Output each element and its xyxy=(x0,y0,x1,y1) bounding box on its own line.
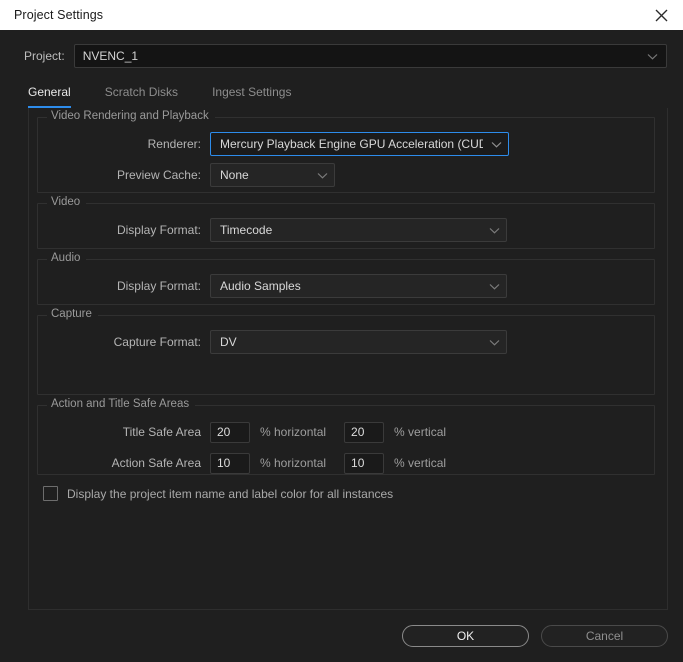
display-project-item-name-row[interactable]: Display the project item name and label … xyxy=(43,486,655,501)
group-capture: Capture Capture Format: DV xyxy=(37,308,655,395)
group-video-rendering-legend: Video Rendering and Playback xyxy=(47,110,215,122)
capture-format-label: Capture Format: xyxy=(113,335,201,349)
chevron-down-icon xyxy=(489,221,500,239)
group-audio-legend: Audio xyxy=(47,252,87,264)
chevron-down-icon xyxy=(317,166,328,184)
title-safe-vertical-input[interactable]: 20 xyxy=(344,421,385,443)
chevron-down-icon xyxy=(489,277,500,295)
capture-format-select[interactable]: DV xyxy=(210,330,507,354)
group-capture-legend: Capture xyxy=(47,308,98,320)
tab-panel-general: Video Rendering and Playback Renderer: M… xyxy=(28,108,668,610)
project-settings-dialog: Project Settings Project: NVENC_1 Genera… xyxy=(0,0,683,662)
display-project-item-name-checkbox[interactable] xyxy=(43,486,58,501)
video-display-format-row: Display Format: Timecode xyxy=(38,218,654,242)
renderer-select-value: Mercury Playback Engine GPU Acceleration… xyxy=(220,137,483,151)
video-display-format-label: Display Format: xyxy=(116,223,201,237)
video-display-format-value: Timecode xyxy=(220,223,273,237)
tab-general[interactable]: General xyxy=(28,85,71,108)
close-icon[interactable] xyxy=(639,0,683,30)
group-safe-areas-legend: Action and Title Safe Areas xyxy=(47,398,196,410)
title-safe-horizontal-unit: % horizontal xyxy=(260,425,327,439)
group-audio: Audio Display Format: Audio Samples xyxy=(37,252,655,305)
project-label: Project: xyxy=(24,49,65,63)
ok-button[interactable]: OK xyxy=(402,625,529,647)
action-safe-area-label: Action Safe Area xyxy=(111,456,201,470)
title-safe-vertical-unit: % vertical xyxy=(394,425,447,439)
preview-cache-select[interactable]: None xyxy=(210,163,335,187)
action-safe-horizontal-unit: % horizontal xyxy=(260,456,327,470)
action-safe-vertical-input[interactable]: 10 xyxy=(344,452,385,474)
cancel-button[interactable]: Cancel xyxy=(541,625,668,647)
tab-scratch-disks[interactable]: Scratch Disks xyxy=(105,85,178,108)
group-video: Video Display Format: Timecode xyxy=(37,196,655,249)
display-project-item-name-label: Display the project item name and label … xyxy=(67,486,394,501)
dialog-footer: OK Cancel xyxy=(0,610,683,662)
tab-general-label: General xyxy=(28,85,71,99)
action-safe-vertical-unit: % vertical xyxy=(394,456,447,470)
renderer-label: Renderer: xyxy=(147,137,201,151)
renderer-select[interactable]: Mercury Playback Engine GPU Acceleration… xyxy=(210,132,509,156)
project-select-value: NVENC_1 xyxy=(82,49,139,63)
audio-display-format-select[interactable]: Audio Samples xyxy=(210,274,507,298)
capture-format-value: DV xyxy=(220,335,237,349)
tab-ingest-settings[interactable]: Ingest Settings xyxy=(212,85,291,108)
title-safe-area-row: Title Safe Area 20 % horizontal 20 % ver… xyxy=(38,420,654,444)
audio-display-format-value: Audio Samples xyxy=(220,279,301,293)
title-safe-horizontal-input[interactable]: 20 xyxy=(210,421,250,443)
window-title: Project Settings xyxy=(14,8,104,22)
capture-format-row: Capture Format: DV xyxy=(38,330,654,354)
title-safe-area-label: Title Safe Area xyxy=(122,425,201,439)
group-video-legend: Video xyxy=(47,196,87,208)
group-video-rendering-and-playback: Video Rendering and Playback Renderer: M… xyxy=(37,110,655,193)
preview-cache-select-value: None xyxy=(220,168,249,182)
preview-cache-row: Preview Cache: None xyxy=(38,163,654,187)
title-bar: Project Settings xyxy=(0,0,683,30)
chevron-down-icon xyxy=(489,333,500,351)
tab-bar: General Scratch Disks Ingest Settings xyxy=(28,85,683,108)
chevron-down-icon xyxy=(491,135,502,153)
audio-display-format-label: Display Format: xyxy=(116,279,201,293)
audio-display-format-row: Display Format: Audio Samples xyxy=(38,274,654,298)
video-display-format-select[interactable]: Timecode xyxy=(210,218,507,242)
action-safe-horizontal-input[interactable]: 10 xyxy=(210,452,250,474)
action-safe-area-row: Action Safe Area 10 % horizontal 10 % ve… xyxy=(38,451,654,475)
project-select[interactable]: NVENC_1 xyxy=(73,44,667,68)
group-safe-areas: Action and Title Safe Areas Title Safe A… xyxy=(37,398,655,475)
preview-cache-label: Preview Cache: xyxy=(116,168,201,182)
chevron-down-icon xyxy=(647,47,658,65)
tab-ingest-settings-label: Ingest Settings xyxy=(212,85,292,99)
tab-scratch-disks-label: Scratch Disks xyxy=(104,85,179,99)
renderer-row: Renderer: Mercury Playback Engine GPU Ac… xyxy=(38,132,654,156)
project-row: Project: NVENC_1 xyxy=(0,30,683,68)
